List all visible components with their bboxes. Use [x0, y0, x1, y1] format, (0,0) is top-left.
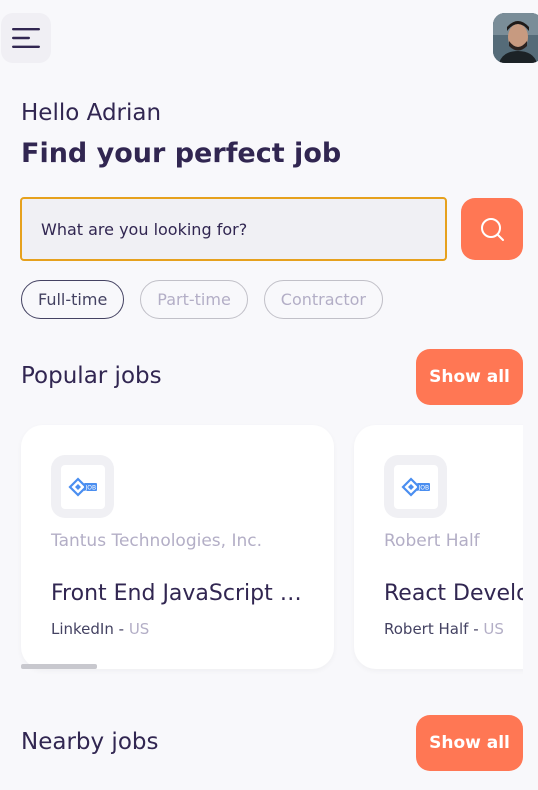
- hamburger-menu-icon: [12, 28, 40, 48]
- search-container: [20, 197, 447, 261]
- search-icon: [481, 218, 504, 241]
- company-logo: JOB: [51, 455, 114, 518]
- popular-jobs-carousel[interactable]: JOB Tantus Technologies, Inc. Front End …: [0, 420, 523, 680]
- popular-jobs-title: Popular jobs: [21, 363, 162, 389]
- meta-separator: -: [113, 620, 129, 638]
- job-meta: LinkedIn - US: [51, 620, 149, 638]
- svg-text:JOB: JOB: [84, 484, 96, 491]
- job-card[interactable]: JOB Tantus Technologies, Inc. Front End …: [21, 425, 334, 669]
- tab-full-time[interactable]: Full-time: [21, 280, 125, 319]
- svg-text:JOB: JOB: [417, 484, 429, 491]
- job-meta: Robert Half - US: [384, 620, 504, 638]
- job-title: React Developer: [384, 581, 523, 606]
- carousel-scrollbar[interactable]: [21, 664, 97, 669]
- page-title: Find your perfect job: [21, 138, 342, 169]
- user-avatar-icon: [493, 13, 538, 63]
- meta-separator: -: [468, 620, 484, 638]
- company-logo-icon: JOB: [67, 476, 97, 497]
- job-publisher: LinkedIn: [51, 620, 114, 638]
- search-input[interactable]: [41, 219, 445, 239]
- search-button[interactable]: [461, 198, 523, 260]
- nearby-show-all-button[interactable]: Show all: [416, 715, 523, 771]
- tab-part-time[interactable]: Part-time: [140, 280, 248, 319]
- job-title: Front End JavaScript Developer: [51, 581, 306, 606]
- user-avatar[interactable]: [493, 13, 538, 63]
- job-type-tabs: Full-time Part-time Contractor: [21, 280, 383, 319]
- menu-button[interactable]: [1, 13, 51, 63]
- company-name: Tantus Technologies, Inc.: [51, 531, 263, 551]
- job-publisher: Robert Half: [384, 620, 469, 638]
- nearby-jobs-title: Nearby jobs: [21, 729, 159, 755]
- greeting: Hello Adrian: [21, 100, 162, 126]
- company-logo: JOB: [384, 455, 447, 518]
- job-country: US: [128, 620, 150, 638]
- job-card[interactable]: JOB Robert Half React Developer Robert H…: [354, 425, 523, 669]
- popular-show-all-button[interactable]: Show all: [416, 349, 523, 405]
- company-logo-icon: JOB: [400, 476, 430, 497]
- tab-contractor[interactable]: Contractor: [263, 280, 383, 319]
- job-country: US: [483, 620, 504, 638]
- company-name: Robert Half: [384, 531, 480, 551]
